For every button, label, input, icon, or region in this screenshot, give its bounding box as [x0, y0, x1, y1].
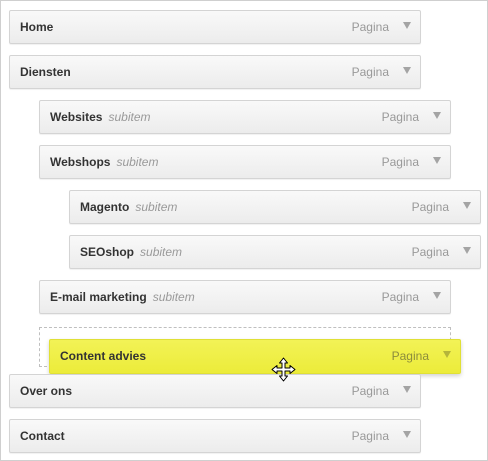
- menu-item-title: Over ons: [20, 384, 73, 398]
- menu-item-websites[interactable]: Websites subitem Pagina: [39, 100, 451, 134]
- menu-item-title: Contact: [20, 429, 65, 443]
- menu-item-type: Pagina: [411, 200, 449, 214]
- menu-item-subtitle: subitem: [135, 200, 178, 214]
- menu-item-type: Pagina: [381, 155, 419, 169]
- menu-item-magento[interactable]: Magento subitem Pagina: [69, 190, 481, 224]
- menu-item-subtitle: subitem: [152, 290, 195, 304]
- triangle-down-icon[interactable]: [403, 431, 411, 438]
- triangle-down-icon[interactable]: [433, 292, 441, 299]
- triangle-down-icon[interactable]: [443, 351, 451, 358]
- menu-item-title: Websites subitem: [50, 110, 151, 124]
- menu-item-content-advies-dragging[interactable]: Content advies Pagina: [49, 339, 461, 374]
- menu-item-type: Pagina: [351, 20, 389, 34]
- menu-item-title: Webshops subitem: [50, 155, 159, 169]
- menu-item-email-marketing[interactable]: E-mail marketing subitem Pagina: [39, 280, 451, 314]
- menu-item-webshops[interactable]: Webshops subitem Pagina: [39, 145, 451, 179]
- menu-item-type: Pagina: [351, 384, 389, 398]
- triangle-down-icon[interactable]: [403, 386, 411, 393]
- menu-item-subtitle: subitem: [108, 110, 151, 124]
- move-cursor-icon: [271, 357, 296, 382]
- menu-item-home[interactable]: Home Pagina: [9, 10, 421, 44]
- menu-item-title: E-mail marketing subitem: [50, 290, 195, 304]
- menu-editor: Home Pagina Diensten Pagina Websites subi…: [0, 0, 488, 461]
- triangle-down-icon[interactable]: [403, 22, 411, 29]
- menu-item-type: Pagina: [351, 65, 389, 79]
- menu-item-contact[interactable]: Contact Pagina: [9, 419, 421, 453]
- triangle-down-icon[interactable]: [433, 112, 441, 119]
- menu-item-title: SEOshop subitem: [80, 245, 183, 259]
- menu-item-over-ons[interactable]: Over ons Pagina: [9, 374, 421, 408]
- menu-item-type: Pagina: [351, 429, 389, 443]
- triangle-down-icon[interactable]: [463, 202, 471, 209]
- menu-item-subtitle: subitem: [116, 155, 159, 169]
- menu-item-seoshop[interactable]: SEOshop subitem Pagina: [69, 235, 481, 269]
- menu-item-type: Pagina: [381, 110, 419, 124]
- menu-item-type: Pagina: [411, 245, 449, 259]
- menu-item-title: Diensten: [20, 65, 71, 79]
- menu-item-type: Pagina: [391, 349, 429, 363]
- menu-item-diensten[interactable]: Diensten Pagina: [9, 55, 421, 89]
- menu-item-subtitle: subitem: [140, 245, 183, 259]
- triangle-down-icon[interactable]: [433, 157, 441, 164]
- menu-item-title: Content advies: [60, 349, 147, 363]
- menu-item-title: Magento subitem: [80, 200, 178, 214]
- triangle-down-icon[interactable]: [463, 247, 471, 254]
- menu-item-type: Pagina: [381, 290, 419, 304]
- menu-item-title: Home: [20, 20, 54, 34]
- triangle-down-icon[interactable]: [403, 67, 411, 74]
